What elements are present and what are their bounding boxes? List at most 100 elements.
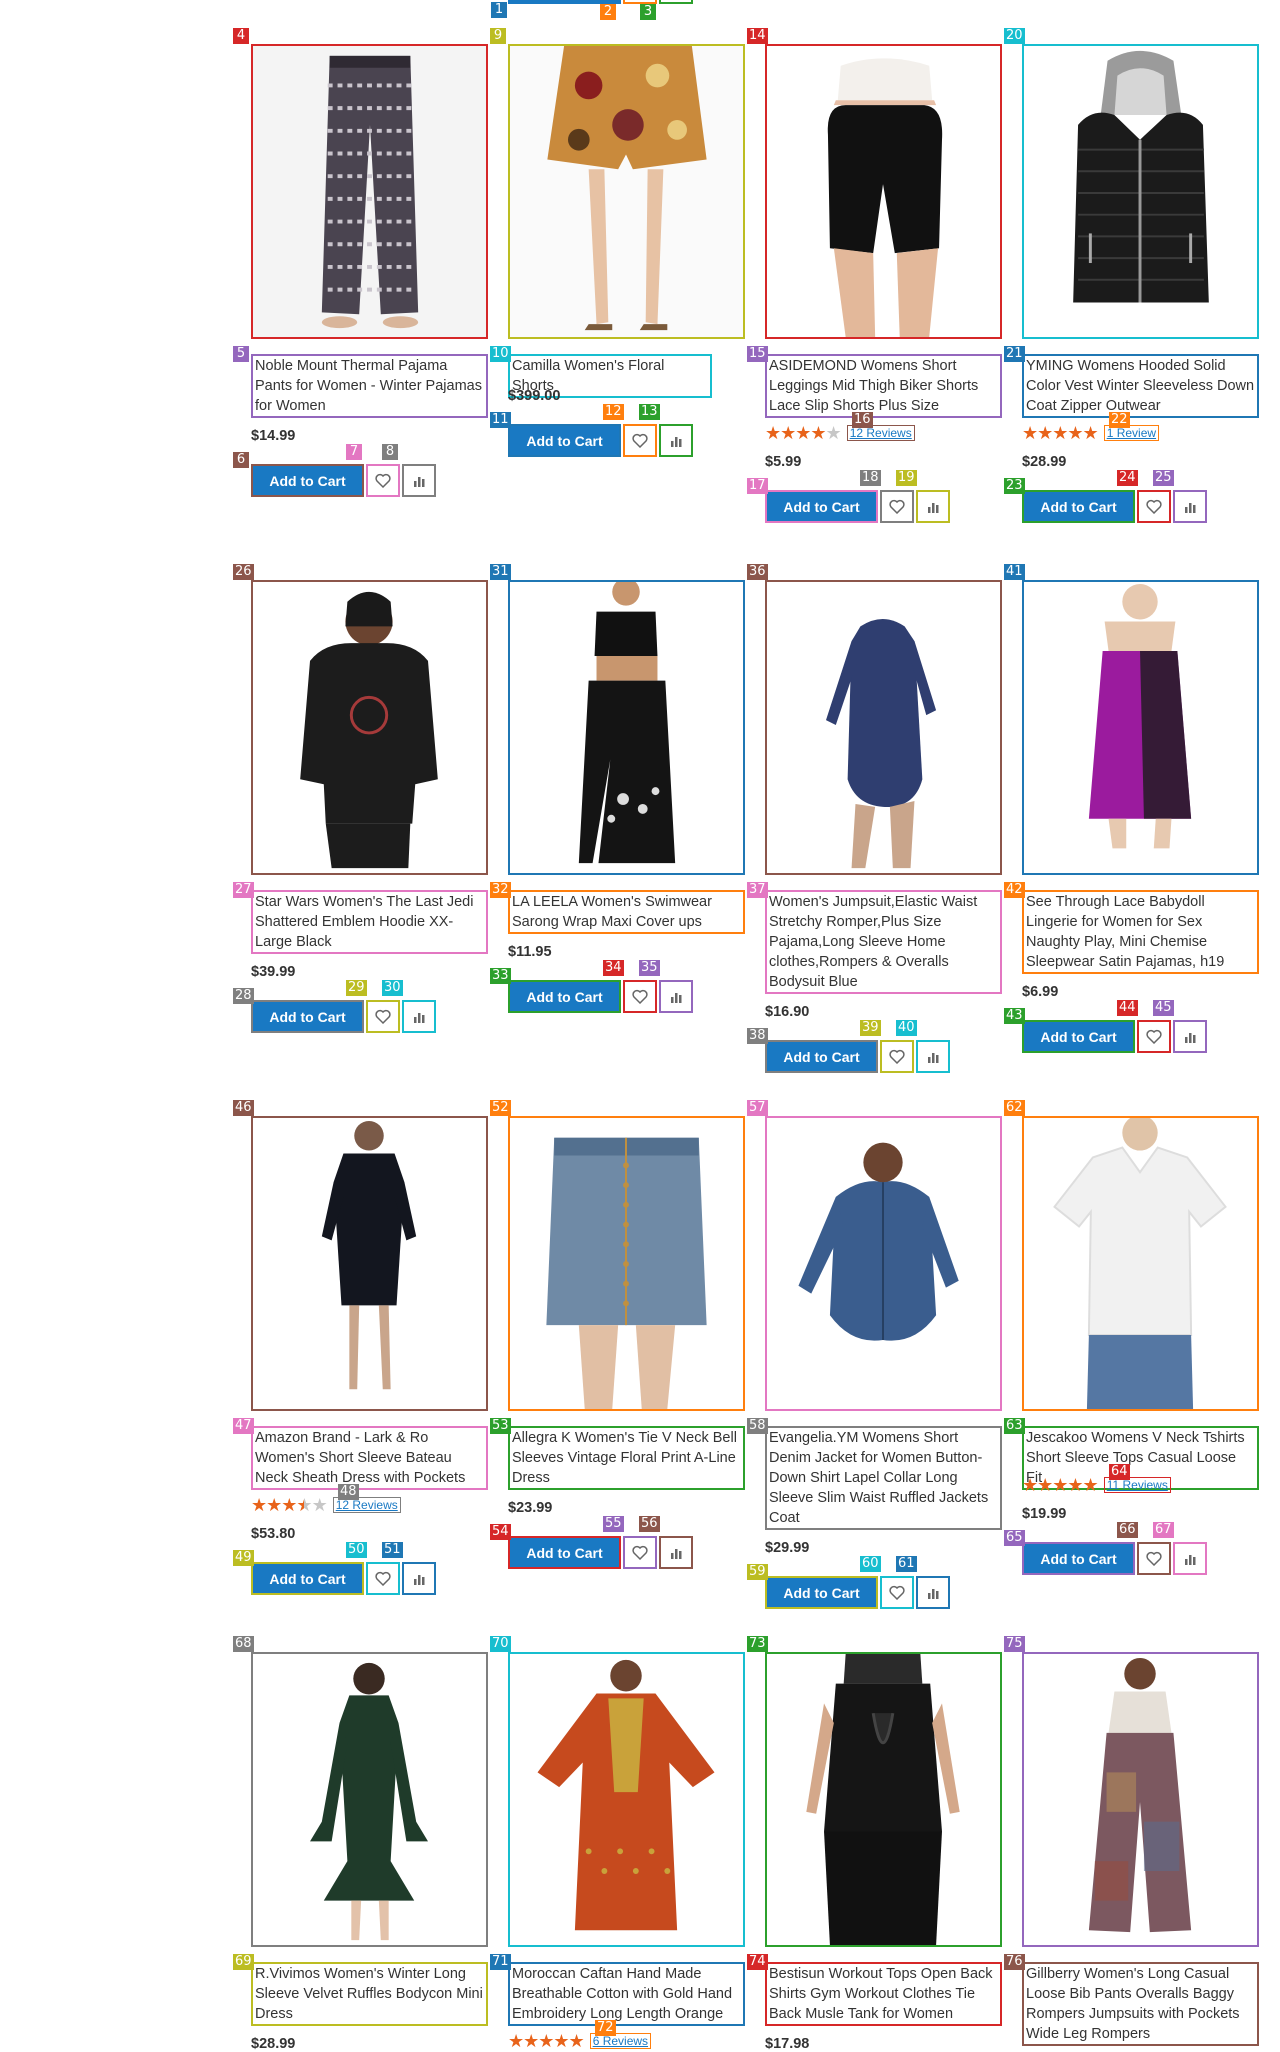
- compare-chart-icon[interactable]: [916, 1576, 950, 1609]
- element-index-tag: 31: [490, 564, 511, 580]
- wishlist-heart-icon[interactable]: [1137, 1020, 1171, 1053]
- compare-chart-icon[interactable]: [402, 464, 436, 497]
- element-index-tag: 61: [896, 1556, 917, 1572]
- product-title-link[interactable]: ASIDEMOND Womens Short Leggings Mid Thig…: [765, 354, 1002, 418]
- add-to-cart-button[interactable]: Add to Cart: [508, 980, 621, 1013]
- element-index-tag: 42: [1004, 882, 1025, 898]
- overalls-image[interactable]: [1022, 1652, 1259, 1947]
- product-price: $53.80: [251, 1526, 296, 1542]
- product-title-link[interactable]: Bestisun Workout Tops Open Back Shirts G…: [765, 1962, 1002, 2026]
- compare-chart-icon[interactable]: [1173, 1020, 1207, 1053]
- product-price: $28.99: [251, 2036, 296, 2052]
- product-title-link[interactable]: Noble Mount Thermal Pajama Pants for Wom…: [251, 354, 488, 418]
- compare-chart-icon[interactable]: [916, 1040, 950, 1073]
- compare-chart-icon[interactable]: [1173, 1542, 1207, 1575]
- add-to-cart-button[interactable]: Add to Cart: [251, 1562, 364, 1595]
- add-to-cart-button[interactable]: Add to Cart: [251, 1000, 364, 1033]
- wishlist-heart-icon[interactable]: [880, 1576, 914, 1609]
- compare-chart-icon[interactable]: [916, 490, 950, 523]
- tshirt-image[interactable]: [1022, 1116, 1259, 1411]
- product-title-link[interactable]: Evangelia.YM Womens Short Denim Jacket f…: [765, 1426, 1002, 1530]
- add-to-cart-button[interactable]: Add to Cart: [765, 1040, 878, 1073]
- element-index-tag: 55: [603, 1516, 624, 1532]
- add-to-cart-button[interactable]: Add to Cart: [508, 424, 621, 457]
- wishlist-heart-icon[interactable]: [366, 464, 400, 497]
- element-index-tag: 10: [490, 346, 511, 362]
- add-to-cart-button[interactable]: Add to Cart: [508, 1536, 621, 1569]
- element-index-tag: 5: [233, 346, 249, 362]
- element-index-tag: 75: [1004, 1636, 1025, 1652]
- element-index-tag: 36: [747, 564, 768, 580]
- add-to-cart-button[interactable]: Add to Cart: [1022, 1020, 1135, 1053]
- velvet-dress-image[interactable]: [251, 1652, 488, 1947]
- wishlist-heart-icon[interactable]: [623, 1536, 657, 1569]
- element-index-tag: 18: [860, 470, 881, 486]
- wishlist-heart-icon[interactable]: [1137, 1542, 1171, 1575]
- element-index-tag: 23: [1004, 478, 1025, 494]
- product-title-link[interactable]: LA LEELA Women's Swimwear Sarong Wrap Ma…: [508, 890, 745, 934]
- element-index-tag: 32: [490, 882, 511, 898]
- sheath-dress-image[interactable]: [251, 1116, 488, 1411]
- element-index-tag: 66: [1117, 1522, 1138, 1538]
- wishlist-heart-icon[interactable]: [623, 980, 657, 1013]
- romper-image[interactable]: [765, 580, 1002, 875]
- element-index-tag: 34: [603, 960, 624, 976]
- product-title-link[interactable]: Women's Jumpsuit,Elastic Waist Stretchy …: [765, 890, 1002, 994]
- denim-skirt-image[interactable]: [508, 1116, 745, 1411]
- hooded-vest-image[interactable]: [1022, 44, 1259, 339]
- add-to-cart-button[interactable]: Add to Cart: [1022, 490, 1135, 523]
- product-price: $5.99: [765, 454, 802, 470]
- add-to-cart-button[interactable]: Add to Cart: [765, 1576, 878, 1609]
- element-index-tag: 25: [1153, 470, 1174, 486]
- product-title-link[interactable]: Moroccan Caftan Hand Made Breathable Cot…: [508, 1962, 745, 2026]
- compare-chart-icon[interactable]: [659, 1536, 693, 1569]
- product-price: $11.95: [508, 944, 552, 960]
- compare-chart-icon[interactable]: [659, 980, 693, 1013]
- denim-jacket-image[interactable]: [765, 1116, 1002, 1411]
- wishlist-heart-icon[interactable]: [1137, 490, 1171, 523]
- add-to-cart-button[interactable]: Add to Cart: [1022, 1542, 1135, 1575]
- element-index-tag: 35: [639, 960, 660, 976]
- element-index-tag: 71: [490, 1954, 511, 1970]
- product-title-link[interactable]: Gillberry Women's Long Casual Loose Bib …: [1022, 1962, 1259, 2046]
- compare-chart-icon[interactable]: [659, 424, 693, 457]
- caftan-image[interactable]: [508, 1652, 745, 1947]
- wishlist-heart-icon[interactable]: [880, 1040, 914, 1073]
- hoodie-image[interactable]: [251, 580, 488, 875]
- floral-shorts-image[interactable]: [508, 44, 745, 339]
- element-index-tag: 15: [747, 346, 768, 362]
- compare-chart-icon[interactable]: [402, 1000, 436, 1033]
- product-rating: ★★★★★ 1 Review: [1022, 422, 1160, 443]
- babydoll-image[interactable]: [1022, 580, 1259, 875]
- compare-chart-icon[interactable]: [402, 1562, 436, 1595]
- element-index-tag: 50: [346, 1542, 367, 1558]
- workout-top-image[interactable]: [765, 1652, 1002, 1947]
- product-title-link[interactable]: Allegra K Women's Tie V Neck Bell Sleeve…: [508, 1426, 745, 1490]
- element-index-tag: 1: [491, 2, 507, 18]
- product-title-link[interactable]: Amazon Brand - Lark & Ro Women's Short S…: [251, 1426, 488, 1490]
- add-to-cart-button[interactable]: Add to Cart: [765, 490, 878, 523]
- element-index-tag: 26: [233, 564, 254, 580]
- element-index-tag: 64: [1109, 1464, 1130, 1480]
- product-title-link[interactable]: See Through Lace Babydoll Lingerie for W…: [1022, 890, 1259, 974]
- pajama-pants-image[interactable]: [251, 44, 488, 339]
- product-title-link[interactable]: Star Wars Women's The Last Jedi Shattere…: [251, 890, 488, 954]
- wishlist-heart-icon[interactable]: [366, 1000, 400, 1033]
- element-index-tag: 7: [346, 444, 362, 460]
- wishlist-heart-icon[interactable]: [623, 424, 657, 457]
- add-to-cart-button[interactable]: Add to Cart: [251, 464, 364, 497]
- product-title-link[interactable]: YMING Womens Hooded Solid Color Vest Win…: [1022, 354, 1259, 418]
- wishlist-heart-icon[interactable]: [366, 1562, 400, 1595]
- sarong-image[interactable]: [508, 580, 745, 875]
- partial-compare-button[interactable]: [659, 0, 693, 4]
- product-title-link[interactable]: R.Vivimos Women's Winter Long Sleeve Vel…: [251, 1962, 488, 2026]
- element-index-tag: 46: [233, 1100, 254, 1116]
- element-index-tag: 56: [639, 1516, 660, 1532]
- element-index-tag: 30: [382, 980, 403, 996]
- rating-stars: ★★★★★: [1022, 422, 1099, 443]
- element-index-tag: 47: [233, 1418, 254, 1434]
- wishlist-heart-icon[interactable]: [880, 490, 914, 523]
- compare-chart-icon[interactable]: [1173, 490, 1207, 523]
- element-index-tag: 13: [639, 404, 660, 420]
- biker-shorts-image[interactable]: [765, 44, 1002, 339]
